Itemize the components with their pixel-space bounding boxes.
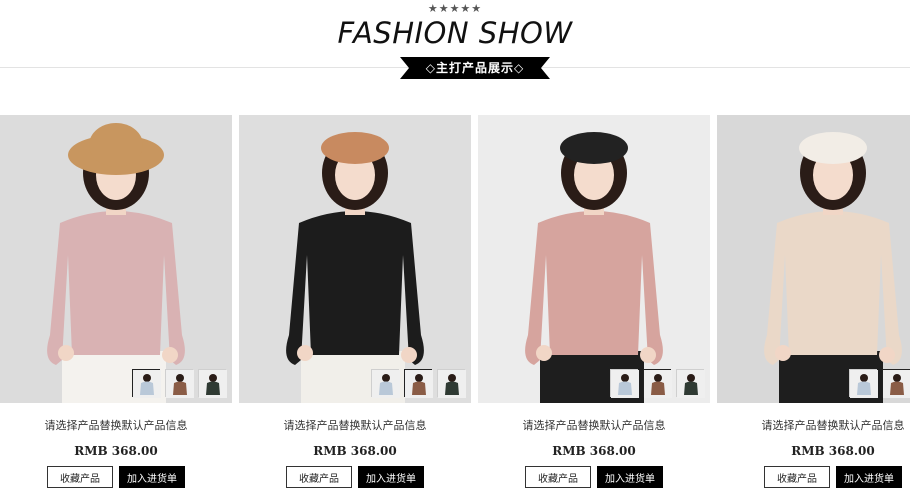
color-swatches (849, 369, 910, 399)
product-card: 请选择产品替换默认产品信息 RMB 368.00 收藏产品 加入进货单 (717, 115, 910, 496)
stars-decoration: ★★★★★ (427, 2, 483, 15)
product-name[interactable]: 请选择产品替换默认产品信息 (717, 417, 910, 433)
color-swatch-thumbnail[interactable] (676, 369, 705, 398)
product-price: RMB 368.00 (313, 444, 397, 458)
product-photo[interactable] (717, 115, 910, 403)
color-swatches (371, 369, 466, 399)
color-swatch-thumbnail[interactable] (643, 369, 672, 398)
product-name[interactable]: 请选择产品替换默认产品信息 (0, 417, 232, 433)
product-photo[interactable] (478, 115, 710, 403)
favorite-button[interactable]: 收藏产品 (286, 466, 352, 488)
product-card: 请选择产品替换默认产品信息 RMB 368.00 收藏产品 加入进货单 (239, 115, 471, 496)
color-swatches (132, 369, 227, 399)
favorite-button[interactable]: 收藏产品 (525, 466, 591, 488)
product-name[interactable]: 请选择产品替换默认产品信息 (478, 417, 710, 433)
product-photo[interactable] (0, 115, 232, 403)
color-swatch-thumbnail[interactable] (610, 369, 639, 398)
product-price: RMB 368.00 (74, 444, 158, 458)
product-actions: 收藏产品 加入进货单 (478, 466, 710, 488)
ribbon-banner: ◇主打产品展示◇ (400, 57, 550, 79)
product-actions: 收藏产品 加入进货单 (717, 466, 910, 488)
section-subtitle: ◇主打产品展示◇ (425, 61, 525, 75)
color-swatches (610, 369, 705, 399)
favorite-button[interactable]: 收藏产品 (764, 466, 830, 488)
product-name[interactable]: 请选择产品替换默认产品信息 (239, 417, 471, 433)
color-swatch-thumbnail[interactable] (437, 369, 466, 398)
product-actions: 收藏产品 加入进货单 (0, 466, 232, 488)
color-swatch-thumbnail[interactable] (371, 369, 400, 398)
product-grid: 请选择产品替换默认产品信息 RMB 368.00 收藏产品 加入进货单 请选择产品替换… (0, 115, 910, 496)
add-to-cart-button[interactable]: 加入进货单 (119, 466, 185, 488)
add-to-cart-button[interactable]: 加入进货单 (358, 466, 424, 488)
product-photo[interactable] (239, 115, 471, 403)
favorite-button[interactable]: 收藏产品 (47, 466, 113, 488)
add-to-cart-button[interactable]: 加入进货单 (597, 466, 663, 488)
add-to-cart-button[interactable]: 加入进货单 (836, 466, 902, 488)
color-swatch-thumbnail[interactable] (165, 369, 194, 398)
color-swatch-thumbnail[interactable] (404, 369, 433, 398)
color-swatch-thumbnail[interactable] (132, 369, 161, 398)
product-card: 请选择产品替换默认产品信息 RMB 368.00 收藏产品 加入进货单 (0, 115, 232, 496)
product-price: RMB 368.00 (552, 444, 636, 458)
color-swatch-thumbnail[interactable] (882, 369, 910, 398)
color-swatch-thumbnail[interactable] (849, 369, 878, 398)
product-price: RMB 368.00 (791, 444, 875, 458)
product-actions: 收藏产品 加入进货单 (239, 466, 471, 488)
color-swatch-thumbnail[interactable] (198, 369, 227, 398)
section-title: FASHION SHOW (337, 16, 573, 50)
product-card: 请选择产品替换默认产品信息 RMB 368.00 收藏产品 加入进货单 (478, 115, 710, 496)
section-header: ★★★★★ FASHION SHOW ◇主打产品展示◇ (0, 0, 910, 110)
